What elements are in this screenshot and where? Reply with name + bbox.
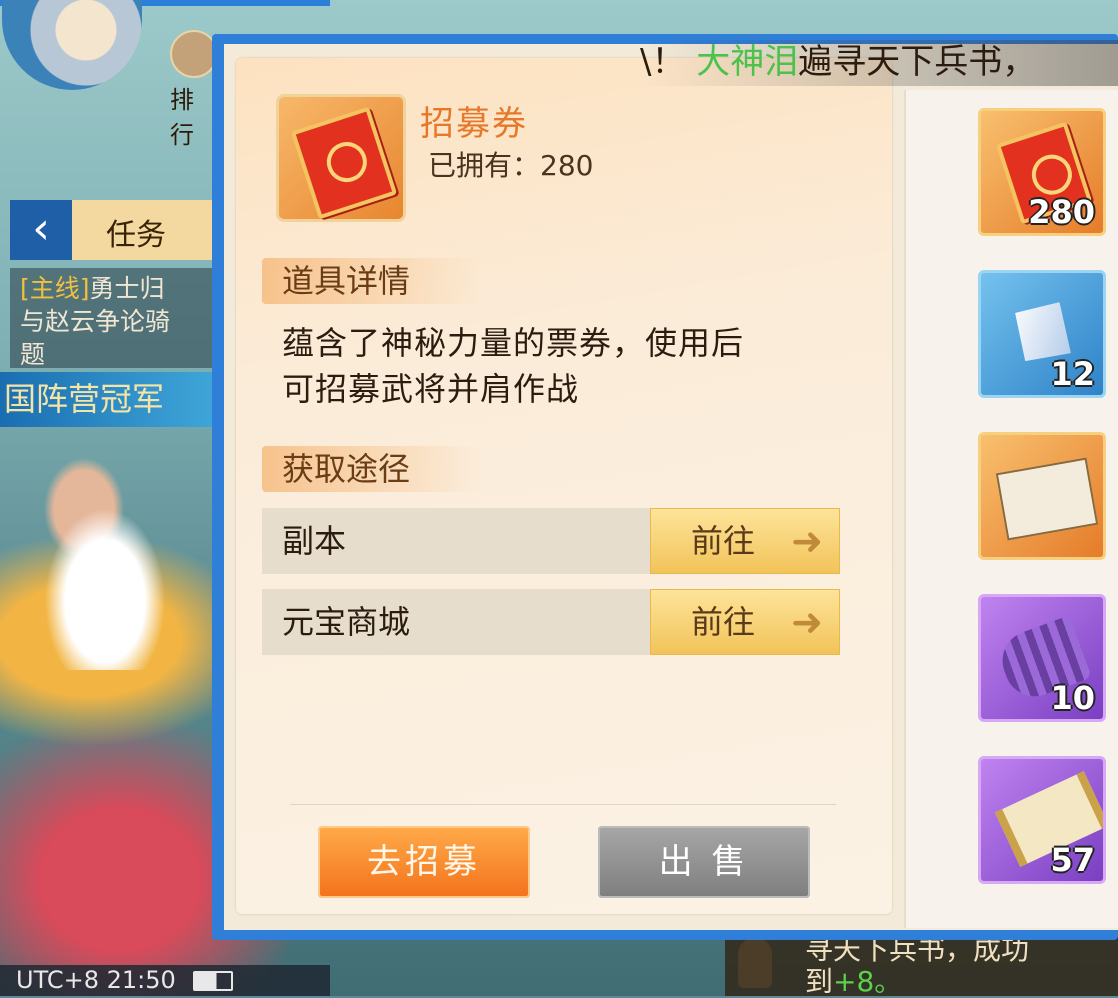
inventory-slot-crystal[interactable]: 12 xyxy=(978,270,1106,398)
marquee-prefix: \！ xyxy=(640,42,686,82)
owned-count: 已拥有：280 xyxy=(428,144,593,184)
item-name: 招募券 xyxy=(420,104,528,144)
item-count: 12 xyxy=(1050,355,1095,393)
broadcast-marquee: \！ 大神泪遍寻天下兵书， xyxy=(640,40,1118,86)
item-description: 蕴含了神秘力量的票券，使用后 可招募武将并肩作战 xyxy=(282,320,822,412)
divider xyxy=(290,804,836,805)
marquee-player-name: 大神泪 xyxy=(696,42,799,82)
sell-button[interactable]: 出 售 xyxy=(598,826,810,898)
hero-illustration xyxy=(0,440,210,670)
quest-description[interactable]: [主线]勇士归 与赵云争论骑 题 xyxy=(10,268,215,369)
quest-tag: [主线] xyxy=(20,274,90,303)
rank-label: 排行 xyxy=(170,86,194,149)
inventory-slot-open-scroll[interactable]: 57 xyxy=(978,756,1106,884)
go-button-shop[interactable]: 前往 ➜ xyxy=(650,589,840,655)
rank-icon xyxy=(170,30,218,78)
inventory-slot-recruit-ticket[interactable]: 280 xyxy=(978,108,1106,236)
battery-icon xyxy=(193,971,234,991)
camp-champion-banner[interactable]: 国阵营冠军 xyxy=(0,372,215,427)
recruit-button[interactable]: 去招募 xyxy=(318,826,530,898)
route-name: 元宝商城 xyxy=(282,603,411,641)
quest-tab-label: 任务 xyxy=(106,218,166,253)
description-line1: 蕴含了神秘力量的票券，使用后 xyxy=(282,324,745,362)
arrow-right-icon: ➜ xyxy=(791,519,823,563)
chat-line2-prefix: 到 xyxy=(805,965,834,998)
go-label: 前往 xyxy=(691,603,756,641)
owned-value: 280 xyxy=(540,149,594,182)
marquee-message: 遍寻天下兵书， xyxy=(798,42,1037,82)
item-count: 10 xyxy=(1050,679,1095,717)
source-heading: 获取途径 xyxy=(262,446,482,492)
chat-line2-value: +8。 xyxy=(833,965,903,998)
clock-text: UTC+8 21:50 xyxy=(16,966,176,994)
arrow-right-icon: ➜ xyxy=(791,600,823,644)
rank-button[interactable]: 排行 xyxy=(170,30,218,149)
quest-line3: 题 xyxy=(20,340,46,369)
route-name: 副本 xyxy=(282,522,347,560)
detail-heading: 道具详情 xyxy=(262,258,482,304)
route-row-dungeon: 副本 前往 ➜ xyxy=(262,508,840,574)
quest-tab[interactable]: ‹ 任务 xyxy=(10,200,215,260)
go-label: 前往 xyxy=(691,522,756,560)
item-count: 280 xyxy=(1028,193,1095,231)
inventory-slot-war-book[interactable] xyxy=(978,432,1106,560)
war-book-icon xyxy=(995,457,1099,541)
ticket-graphic xyxy=(290,106,398,220)
quest-line1: 勇士归 xyxy=(89,274,165,303)
status-bar: UTC+8 21:50 xyxy=(0,965,330,996)
owned-label: 已拥有： xyxy=(428,149,541,182)
recruit-ticket-icon xyxy=(276,94,406,222)
route-row-shop: 元宝商城 前往 ➜ xyxy=(262,589,840,655)
description-line2: 可招募武将并肩作战 xyxy=(282,370,580,408)
quest-line2: 与赵云争论骑 xyxy=(20,307,171,336)
item-count: 57 xyxy=(1050,841,1095,879)
collapse-arrow-icon[interactable]: ‹ xyxy=(10,200,72,260)
go-button-dungeon[interactable]: 前往 ➜ xyxy=(650,508,840,574)
inventory-slot-purple-scroll[interactable]: 10 xyxy=(978,594,1106,722)
